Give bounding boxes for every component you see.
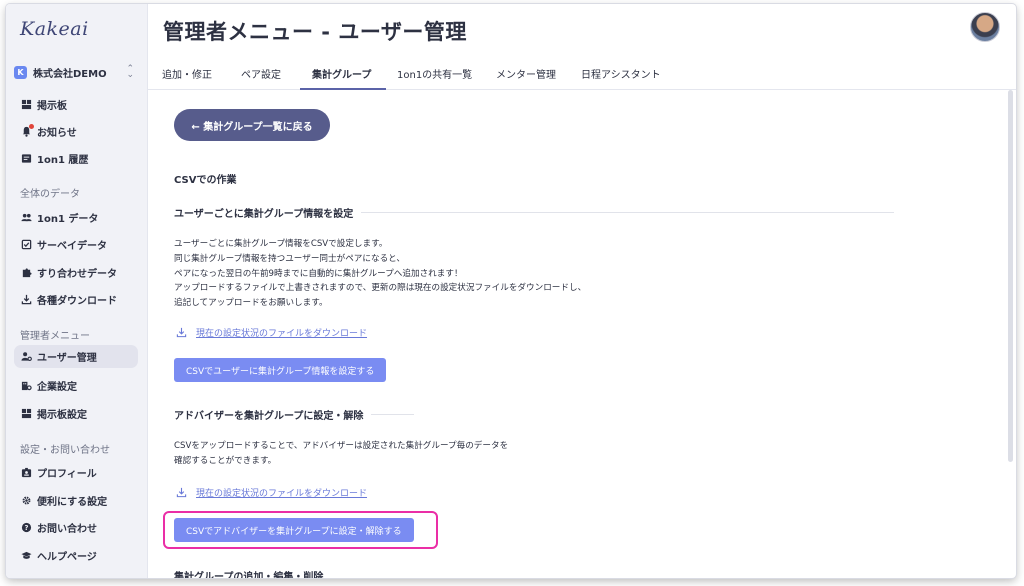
company-name: 株式会社DEMO <box>33 68 107 80</box>
sidebar-item-1on1-data[interactable]: 1on1 データ <box>14 206 138 229</box>
gear-icon <box>20 495 32 507</box>
active-tab-indicator <box>300 88 386 90</box>
tab-mentor-management[interactable]: メンター管理 <box>496 66 556 81</box>
download-icon <box>176 487 187 498</box>
page-title: 管理者メニュー - ユーザー管理 <box>163 20 467 44</box>
svg-text:?: ? <box>24 524 28 532</box>
tab-aggregate-groups[interactable]: 集計グループ <box>312 66 371 81</box>
tab-pair-settings[interactable]: ペア設定 <box>241 66 281 81</box>
csv-section-title: CSVでの作業 <box>174 175 237 186</box>
notification-dot <box>29 123 34 129</box>
sidebar-item-downloads[interactable]: 各種ダウンロード <box>14 288 138 311</box>
sidebar-item-label: プロフィール <box>37 469 97 480</box>
help-circle-icon: ? <box>20 522 32 534</box>
sidebar-item-board-settings[interactable]: 掲示板設定 <box>14 402 138 425</box>
graduation-cap-icon <box>20 550 32 562</box>
chevrons-up-down-icon: ⌃ ⌄ <box>126 64 134 80</box>
sidebar-item-company-settings[interactable]: 企業設定 <box>14 374 138 397</box>
download-icon <box>176 327 187 338</box>
csv-set-advisor-groups-button[interactable]: CSVでアドバイザーを集計グループに設定・解除する <box>174 518 414 542</box>
sidebar: Kakeai K 株式会社DEMO ⌃ ⌄ 掲示板 お知らせ 1on1 履歴 全体… <box>6 4 148 578</box>
heading-divider <box>371 413 414 415</box>
building-gear-icon <box>20 380 32 392</box>
sidebar-item-label: 1on1 データ <box>37 214 99 225</box>
sidebar-item-profile[interactable]: プロフィール <box>14 461 138 484</box>
sidebar-item-contact[interactable]: ? お問い合わせ <box>14 516 138 539</box>
sidebar-item-convenience-settings[interactable]: 便利にする設定 <box>14 489 138 512</box>
description-line: 確認することができます。 <box>174 455 277 466</box>
sidebar-item-label: 1on1 履歴 <box>37 155 89 166</box>
survey-icon <box>20 239 32 251</box>
sidebar-item-label: ヘルプページ <box>37 552 97 563</box>
advisor-group-description: CSVをアップロードすることで、アドバイザーは設定された集計グループ毎のデータを… <box>174 439 508 469</box>
user-group-heading-text: ユーザーごとに集計グループ情報を設定 <box>174 208 354 220</box>
sidebar-item-1on1-history[interactable]: 1on1 履歴 <box>14 147 138 170</box>
download-link-text: 現在の設定状況のファイルをダウンロード <box>196 329 368 339</box>
app-window: Kakeai K 株式会社DEMO ⌃ ⌄ 掲示板 お知らせ 1on1 履歴 全体… <box>6 4 1016 578</box>
group-edit-heading-text: 集計グループの追加・編集・削除 <box>174 571 324 579</box>
user-avatar[interactable] <box>970 12 1000 42</box>
sidebar-item-label: ユーザー管理 <box>37 353 97 364</box>
company-switcher[interactable]: K 株式会社DEMO ⌃ ⌄ <box>14 62 134 82</box>
description-line: 追記してアップロードをお願いします。 <box>174 298 328 309</box>
sidebar-item-label: 企業設定 <box>37 382 77 393</box>
sidebar-item-label: すり合わせデータ <box>37 269 117 280</box>
sidebar-item-user-management[interactable]: ユーザー管理 <box>14 345 138 368</box>
user-group-heading: ユーザーごとに集計グループ情報を設定 <box>174 205 894 220</box>
history-icon <box>20 153 32 165</box>
advisor-group-heading: アドバイザーを集計グループに設定・解除 <box>174 407 414 422</box>
sidebar-item-label: お問い合わせ <box>37 524 97 535</box>
sidebar-section-admin: 管理者メニュー <box>20 331 90 342</box>
sidebar-section-data: 全体のデータ <box>20 189 80 200</box>
tab-1on1-share-list[interactable]: 1on1の共有一覧 <box>397 66 472 81</box>
tab-add-edit[interactable]: 追加・修正 <box>162 66 212 81</box>
tab-schedule-assistant[interactable]: 日程アシスタント <box>581 66 661 81</box>
bell-icon <box>20 123 34 138</box>
sidebar-item-label: 掲示板設定 <box>37 410 87 421</box>
profile-icon <box>20 467 32 479</box>
download-current-settings-link[interactable]: 現在の設定状況のファイルをダウンロード <box>176 326 367 339</box>
people-icon <box>20 212 32 224</box>
sidebar-item-label: サーベイデータ <box>37 241 107 252</box>
company-logo-icon: K <box>14 65 27 79</box>
main-content: ← 集計グループ一覧に戻る CSVでの作業 ユーザーごとに集計グループ情報を設定… <box>148 91 1008 578</box>
description-line: CSVをアップロードすることで、アドバイザーは設定された集計グループ毎のデータを <box>174 441 509 451</box>
group-edit-heading: 集計グループの追加・編集・削除 <box>174 568 414 579</box>
sidebar-item-alignment-data[interactable]: すり合わせデータ <box>14 261 138 284</box>
user-gear-icon <box>20 351 32 363</box>
sidebar-item-label: 便利にする設定 <box>37 497 108 508</box>
tab-bar: 追加・修正 ペア設定 集計グループ 1on1の共有一覧 メンター管理 日程アシス… <box>148 58 1016 90</box>
sidebar-item-survey-data[interactable]: サーベイデータ <box>14 233 138 256</box>
user-group-description: ユーザーごとに集計グループ情報をCSVで設定します。 同じ集計グループ情報を持つ… <box>174 237 586 311</box>
kakeai-logo[interactable]: Kakeai <box>20 18 89 40</box>
puzzle-icon <box>20 267 32 279</box>
back-to-group-list-button[interactable]: ← 集計グループ一覧に戻る <box>174 109 330 141</box>
download-advisor-settings-link[interactable]: 現在の設定状況のファイルをダウンロード <box>176 486 367 499</box>
description-line: ペアになった翌日の午前9時までに自動的に集計グループへ追加されます！ <box>174 268 463 279</box>
sidebar-item-notifications[interactable]: お知らせ <box>14 120 138 143</box>
description-line: アップロードするファイルで上書きされますので、更新の際は現在の設定状況ファイルを… <box>174 283 587 294</box>
csv-set-user-groups-button[interactable]: CSVでユーザーに集計グループ情報を設定する <box>174 358 387 382</box>
download-icon <box>20 294 32 306</box>
sidebar-item-board[interactable]: 掲示板 <box>14 93 138 116</box>
description-line: ユーザーごとに集計グループ情報をCSVで設定します。 <box>174 239 388 249</box>
board-icon <box>20 99 32 111</box>
sidebar-item-label: 各種ダウンロード <box>37 296 117 307</box>
heading-divider <box>361 211 894 213</box>
description-line: 同じ集計グループ情報を持つユーザー同士がペアになると、 <box>174 253 406 264</box>
scrollbar[interactable] <box>1008 90 1013 462</box>
sidebar-item-label: 掲示板 <box>37 101 67 112</box>
sidebar-item-label: お知らせ <box>37 128 77 139</box>
advisor-group-heading-text: アドバイザーを集計グループに設定・解除 <box>174 410 364 422</box>
sidebar-section-settings: 設定・お問い合わせ <box>20 445 110 456</box>
sidebar-item-help[interactable]: ヘルプページ <box>14 544 138 567</box>
download-link-text: 現在の設定状況のファイルをダウンロード <box>196 489 368 499</box>
board-settings-icon <box>20 408 32 420</box>
